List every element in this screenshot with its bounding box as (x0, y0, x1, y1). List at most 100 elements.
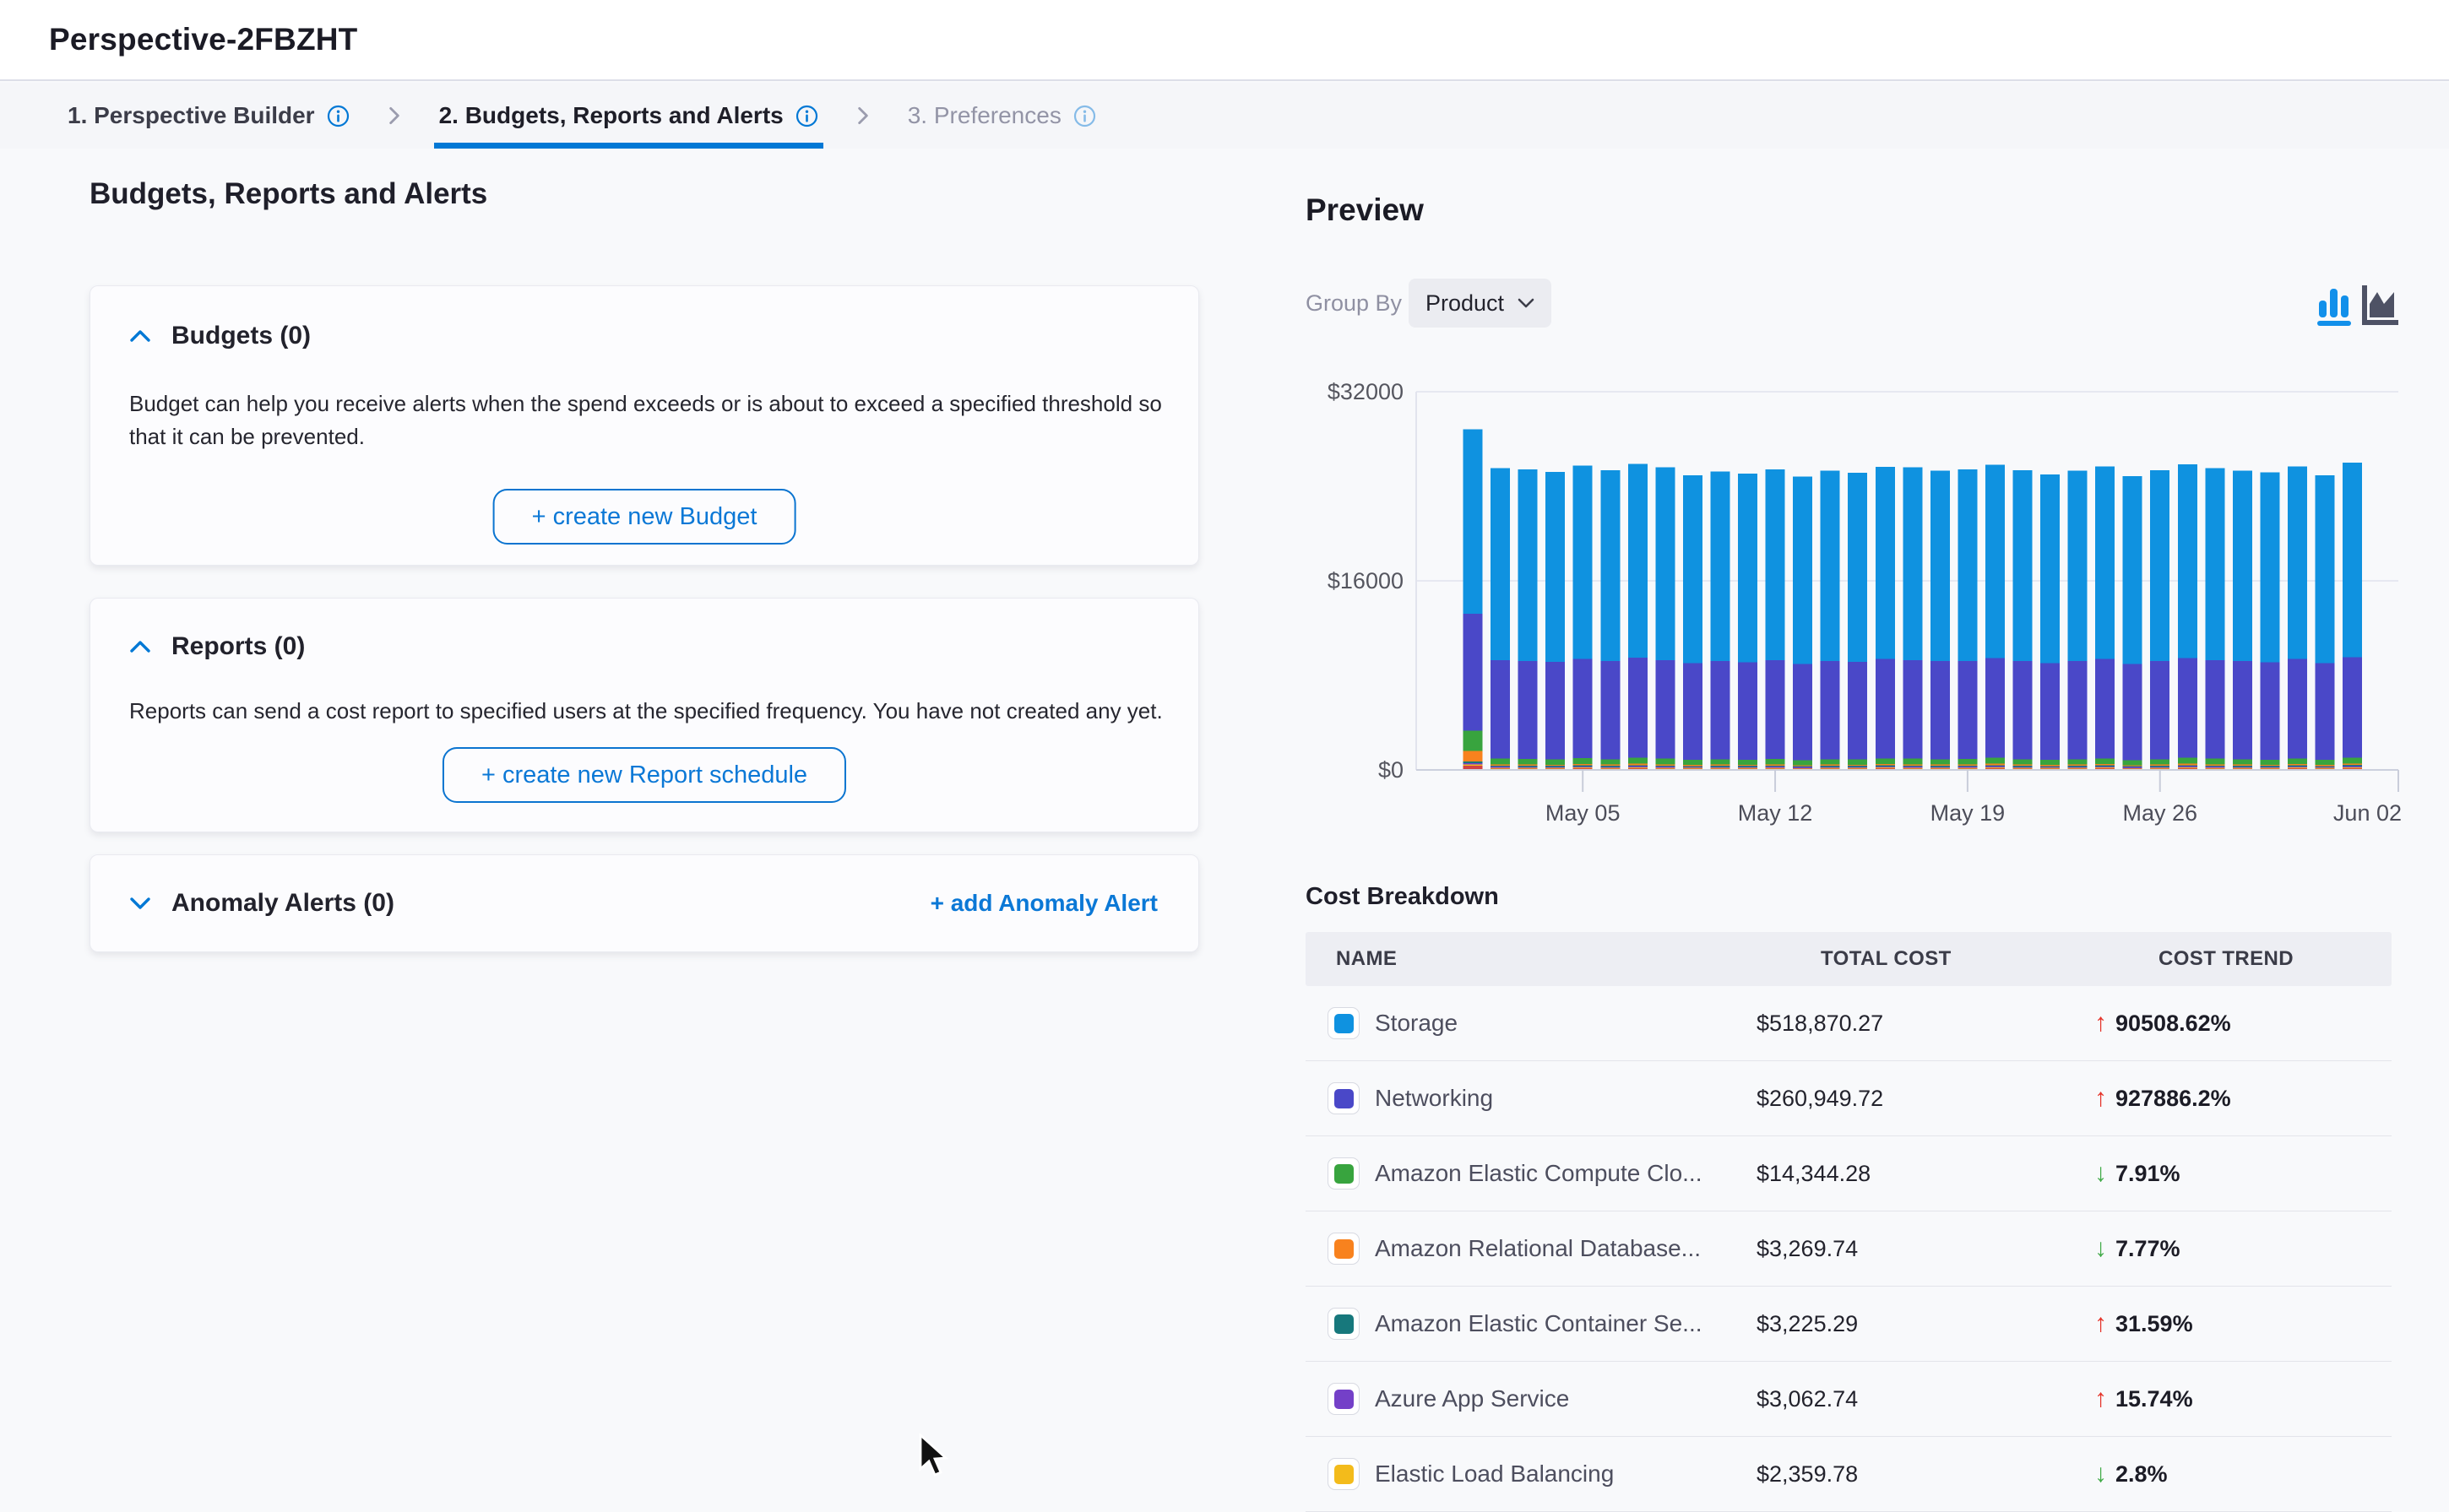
chart-bar-segment[interactable] (1958, 765, 1977, 766)
chart-bar-segment[interactable] (1683, 475, 1702, 664)
chart-bar-segment[interactable] (1958, 766, 1977, 767)
chart-bar-segment[interactable] (2178, 464, 2197, 658)
chart-bar-segment[interactable] (2233, 767, 2252, 768)
chart-bar-segment[interactable] (2205, 766, 2224, 767)
chart-bar-segment[interactable] (1738, 474, 1757, 662)
group-by-dropdown[interactable]: Product (1409, 279, 1551, 328)
chart-bar-segment[interactable] (2343, 657, 2362, 757)
chart-bar-segment[interactable] (2343, 463, 2362, 657)
chart-bar-segment[interactable] (1628, 767, 1648, 768)
chart-bar-segment[interactable] (1958, 767, 1977, 768)
chart-bar-segment[interactable] (2260, 766, 2279, 767)
chart-bar-segment[interactable] (2288, 767, 2307, 768)
chart-bar-segment[interactable] (2178, 758, 2197, 764)
chart-bar-segment[interactable] (2205, 660, 2224, 759)
chart-bar-segment[interactable] (2178, 764, 2197, 766)
chart-bar-segment[interactable] (1738, 765, 1757, 766)
chart-bar-segment[interactable] (2150, 661, 2169, 759)
chart-bar-segment[interactable] (2068, 661, 2088, 759)
chart-bar-segment[interactable] (2068, 759, 2088, 764)
chart-bar-segment[interactable] (1463, 430, 1483, 614)
chart-bar-segment[interactable] (1463, 614, 1483, 731)
chart-bar-segment[interactable] (1958, 759, 1977, 764)
chart-bar-segment[interactable] (1573, 466, 1593, 659)
chart-bar-segment[interactable] (1876, 758, 1895, 764)
chart-bar-segment[interactable] (2288, 659, 2307, 759)
chart-bar-segment[interactable] (1821, 661, 1840, 759)
chart-bar-segment[interactable] (1518, 765, 1538, 766)
collapse-chevron-up-icon[interactable] (129, 328, 151, 344)
chart-bar-segment[interactable] (1738, 760, 1757, 765)
chart-bar-segment[interactable] (1848, 765, 1867, 766)
chart-bar-segment[interactable] (1848, 768, 1867, 769)
chart-bar-segment[interactable] (1600, 766, 1620, 767)
info-icon[interactable] (796, 105, 818, 127)
chart-bar-segment[interactable] (1766, 767, 1785, 768)
chart-bar-segment[interactable] (1655, 766, 1675, 767)
chart-bar-segment[interactable] (1491, 764, 1510, 766)
chart-bar-segment[interactable] (1766, 660, 1785, 759)
chart-bar-segment[interactable] (2095, 767, 2115, 768)
chart-bar-segment[interactable] (2095, 659, 2115, 759)
chart-bar-segment[interactable] (1710, 766, 1730, 767)
tab-perspective-builder[interactable]: 1. Perspective Builder (68, 83, 350, 149)
chart-bar-segment[interactable] (1766, 759, 1785, 764)
chart-bar-segment[interactable] (1876, 764, 1895, 766)
chart-bar-segment[interactable] (1958, 661, 1977, 759)
chart-bar-segment[interactable] (1491, 468, 1510, 660)
chart-bar-segment[interactable] (2040, 765, 2060, 766)
chart-bar-segment[interactable] (1463, 765, 1483, 766)
chart-bar-segment[interactable] (2150, 765, 2169, 766)
chart-bar-segment[interactable] (1710, 759, 1730, 764)
chart-bar-segment[interactable] (2205, 767, 2224, 768)
chart-bar-segment[interactable] (1738, 768, 1757, 769)
chart-bar-segment[interactable] (1821, 471, 1840, 661)
chart-bar-segment[interactable] (2233, 661, 2252, 759)
chart-bar-segment[interactable] (1518, 759, 1538, 764)
chart-bar-segment[interactable] (2040, 766, 2060, 767)
chart-bar-segment[interactable] (1545, 662, 1565, 760)
chart-bar-segment[interactable] (2095, 766, 2115, 767)
chart-bar-segment[interactable] (1491, 767, 1510, 768)
chart-bar-segment[interactable] (1545, 768, 1565, 769)
chart-bar-segment[interactable] (2288, 758, 2307, 764)
chart-bar-segment[interactable] (1683, 768, 1702, 769)
chart-bar-segment[interactable] (2205, 759, 2224, 765)
chart-bar-segment[interactable] (1491, 759, 1510, 765)
chart-bar-segment[interactable] (2150, 766, 2169, 767)
chart-bar-segment[interactable] (2068, 766, 2088, 767)
chart-bar-segment[interactable] (2095, 758, 2115, 764)
chart-bar-segment[interactable] (2233, 759, 2252, 764)
chart-bar-segment[interactable] (2123, 768, 2142, 769)
chart-bar-segment[interactable] (1628, 764, 1648, 766)
chart-bar-segment[interactable] (1683, 765, 1702, 766)
chart-bar-segment[interactable] (2316, 767, 2335, 768)
chart-bar-segment[interactable] (1491, 766, 1510, 767)
chart-bar-segment[interactable] (1876, 659, 1895, 759)
chart-bar-segment[interactable] (2288, 764, 2307, 766)
chart-bar-segment[interactable] (2095, 467, 2115, 659)
chart-bar-segment[interactable] (1903, 766, 1922, 767)
chart-bar-segment[interactable] (1573, 764, 1593, 766)
chart-bar-segment[interactable] (2260, 662, 2279, 760)
chart-bar-segment[interactable] (2068, 765, 2088, 766)
chart-bar-segment[interactable] (1628, 757, 1648, 763)
collapse-chevron-up-icon[interactable] (129, 639, 151, 654)
chart-bar-segment[interactable] (1600, 767, 1620, 768)
chart-bar-segment[interactable] (2013, 767, 2033, 768)
chart-bar-segment[interactable] (2150, 767, 2169, 768)
chart-bar-segment[interactable] (1930, 471, 1950, 661)
chart-bar-segment[interactable] (1545, 765, 1565, 766)
chart-bar-segment[interactable] (1738, 662, 1757, 760)
chart-bar-segment[interactable] (1848, 473, 1867, 662)
chart-bar-segment[interactable] (1793, 664, 1812, 761)
chart-bar-segment[interactable] (2013, 765, 2033, 766)
create-budget-button[interactable]: + create new Budget (493, 489, 796, 545)
chart-bar-segment[interactable] (1876, 767, 1895, 768)
chart-bar-segment[interactable] (1848, 662, 1867, 760)
chart-bar-segment[interactable] (1848, 766, 1867, 767)
chart-bar-segment[interactable] (1600, 759, 1620, 764)
chart-bar-segment[interactable] (1793, 477, 1812, 664)
chart-bar-segment[interactable] (1683, 760, 1702, 765)
chart-bar-segment[interactable] (2260, 760, 2279, 765)
